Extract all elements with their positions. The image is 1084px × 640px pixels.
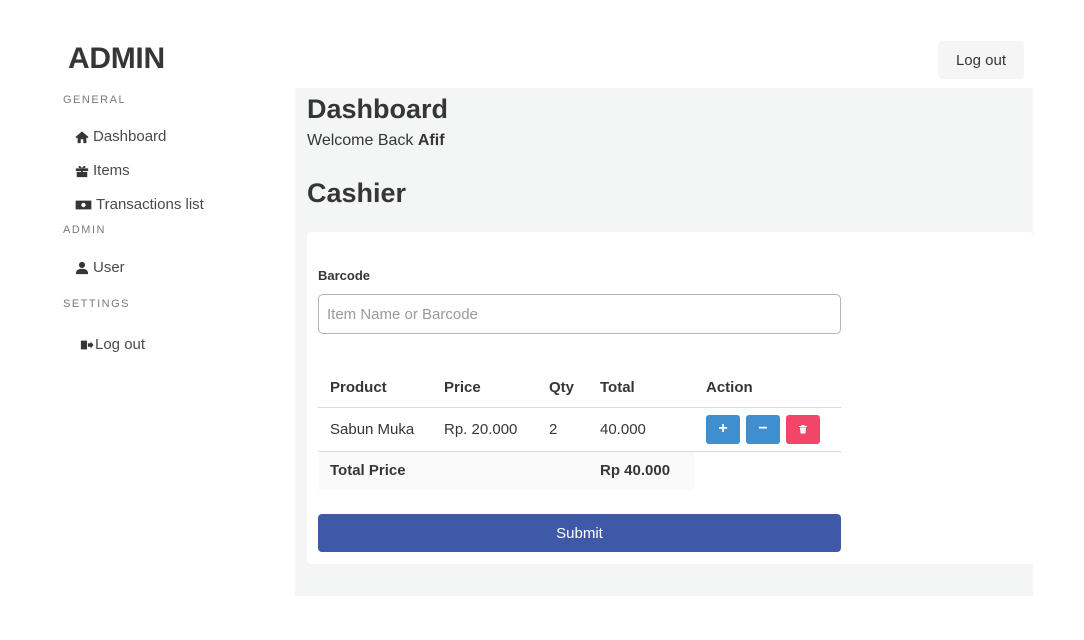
money-bill-icon — [75, 200, 92, 209]
menu-label-general: GENERAL — [63, 94, 127, 106]
column-header-price: Price — [432, 369, 537, 408]
sidebar: GENERAL Dashboard Items Transactions lis… — [0, 0, 295, 640]
table-row: Sabun Muka Rp. 20.000 2 40.000 + − — [318, 407, 841, 452]
row-actions: + − — [706, 414, 829, 444]
total-row: Total Price Rp 40.000 — [318, 451, 841, 490]
sign-out-icon — [80, 340, 94, 349]
increase-qty-button[interactable]: + — [706, 414, 740, 444]
cashier-card: Barcode Product Price Qty Total Action S… — [307, 232, 1033, 564]
home-icon — [75, 130, 89, 143]
section-title: Cashier — [307, 178, 407, 208]
sidebar-item-logout[interactable]: Log out — [80, 336, 145, 353]
cell-total: 40.000 — [588, 407, 694, 452]
column-header-product: Product — [318, 369, 432, 408]
column-header-total: Total — [588, 369, 694, 408]
trash-icon — [799, 425, 807, 434]
gift-icon — [75, 165, 89, 177]
total-empty — [694, 451, 841, 490]
menu-label-admin: ADMIN — [63, 224, 106, 236]
total-spacer — [537, 451, 588, 490]
sidebar-item-user[interactable]: User — [75, 259, 125, 276]
delete-item-button[interactable] — [786, 414, 820, 444]
sidebar-item-label: Transactions list — [96, 196, 204, 213]
main-content: Dashboard Welcome Back Afif Cashier Barc… — [295, 88, 1033, 596]
sidebar-item-transactions[interactable]: Transactions list — [75, 196, 204, 213]
submit-button[interactable]: Submit — [318, 514, 841, 552]
barcode-label: Barcode — [318, 268, 371, 283]
sidebar-item-label: Items — [93, 162, 130, 179]
sidebar-item-label: User — [93, 259, 125, 276]
column-header-action: Action — [694, 369, 841, 408]
cart-table: Product Price Qty Total Action Sabun Muk… — [318, 369, 841, 490]
total-label: Total Price — [318, 451, 432, 490]
barcode-input[interactable] — [318, 294, 841, 334]
decrease-qty-button[interactable]: − — [746, 414, 780, 444]
welcome-prefix: Welcome Back — [307, 132, 414, 149]
menu-label-settings: SETTINGS — [63, 298, 131, 310]
cell-action: + − — [694, 407, 841, 452]
welcome-username: Afif — [417, 132, 445, 149]
column-header-qty: Qty — [537, 369, 588, 408]
sidebar-item-items[interactable]: Items — [75, 162, 130, 179]
sidebar-item-label: Dashboard — [93, 128, 167, 145]
table-header-row: Product Price Qty Total Action — [318, 369, 841, 408]
page-title: Dashboard — [307, 94, 449, 124]
sidebar-item-label: Log out — [95, 336, 146, 353]
sidebar-item-dashboard[interactable]: Dashboard — [75, 128, 166, 145]
header-logout-button[interactable]: Log out — [938, 41, 1024, 79]
cell-qty: 2 — [537, 407, 588, 452]
total-spacer — [432, 451, 537, 490]
user-icon — [75, 261, 89, 274]
welcome-message: Welcome Back Afif — [307, 132, 445, 150]
cell-product: Sabun Muka — [318, 407, 432, 452]
total-value: Rp 40.000 — [588, 451, 694, 490]
cell-price: Rp. 20.000 — [432, 407, 537, 452]
